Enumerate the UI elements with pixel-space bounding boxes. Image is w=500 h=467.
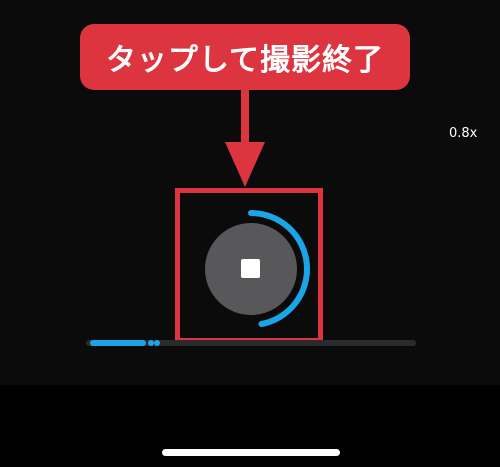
record-stop-button[interactable] xyxy=(190,200,314,336)
instruction-callout: タップして撮影終了 xyxy=(80,24,410,90)
timeline-progress xyxy=(90,340,146,346)
timeline-dot xyxy=(148,340,154,346)
home-indicator[interactable] xyxy=(162,449,340,456)
arrow-down-icon xyxy=(225,90,265,187)
stop-square-icon xyxy=(241,259,260,278)
recording-timeline xyxy=(86,340,416,346)
callout-text: タップして撮影終了 xyxy=(105,43,385,78)
timeline-dot xyxy=(154,340,160,346)
zoom-level[interactable]: 0.8x xyxy=(449,126,477,141)
